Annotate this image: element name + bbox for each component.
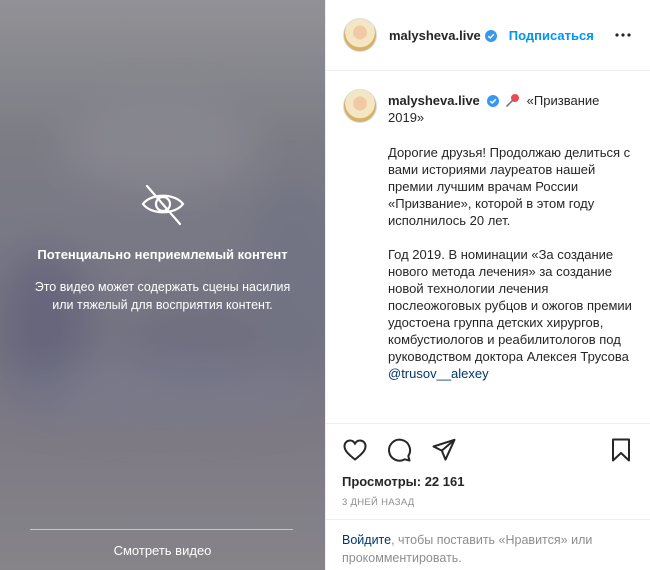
- divider: [30, 529, 293, 530]
- post-timestamp: 3 ДНЕЙ НАЗАД: [342, 497, 415, 508]
- caption-paragraph: Год 2019. В номинации «За создание новог…: [388, 246, 636, 382]
- caption-title-line: malysheva.live «Призвание 2019»: [388, 92, 636, 126]
- mention-link[interactable]: @trusov__alexey: [388, 366, 489, 381]
- more-horizontal-icon[interactable]: [614, 26, 632, 44]
- login-prompt-text: Войдите, чтобы поставить «Нравится» или …: [342, 531, 632, 567]
- watch-video-button[interactable]: Смотреть видео: [0, 543, 325, 558]
- eye-slash-icon: [139, 180, 187, 228]
- avatar[interactable]: [343, 89, 377, 123]
- post-header: malysheva.live Подписаться: [326, 0, 650, 71]
- caption-username-link[interactable]: malysheva.live: [388, 93, 480, 108]
- verified-badge-icon: [484, 29, 497, 42]
- warning-text: Это видео может содержать сцены насилия …: [34, 280, 291, 312]
- post-caption: malysheva.live «Призвание 2019» Дорогие …: [326, 71, 650, 423]
- content-warning: Потенциально неприемлемый контент Это ви…: [0, 180, 325, 314]
- views-count: Просмотры: 22 161: [342, 474, 465, 489]
- instagram-post-view: Потенциально неприемлемый контент Это ви…: [0, 0, 650, 570]
- avatar[interactable]: [343, 18, 377, 52]
- caption-body: malysheva.live «Призвание 2019» Дорогие …: [388, 92, 636, 382]
- post-details-panel: malysheva.live Подписаться malysheva.liv…: [325, 0, 650, 570]
- comment-icon[interactable]: [386, 437, 412, 463]
- bookmark-icon[interactable]: [608, 437, 634, 463]
- caption-paragraph: Дорогие друзья! Продолжаю делиться с вам…: [388, 145, 631, 228]
- heart-icon[interactable]: [342, 437, 368, 463]
- sensitive-video: Потенциально неприемлемый контент Это ви…: [0, 0, 325, 570]
- login-link[interactable]: Войдите: [342, 533, 391, 547]
- follow-button[interactable]: Подписаться: [509, 28, 594, 43]
- username-link[interactable]: malysheva.live: [389, 28, 481, 43]
- login-prompt: Войдите, чтобы поставить «Нравится» или …: [326, 519, 650, 565]
- caption-paragraph-text: Год 2019. В номинации «За создание новог…: [388, 247, 632, 364]
- pushpin-emoji-icon: [505, 93, 521, 107]
- share-icon[interactable]: [431, 437, 457, 463]
- verified-badge-icon: [487, 94, 500, 107]
- warning-title: Потенциально неприемлемый контент: [37, 247, 288, 262]
